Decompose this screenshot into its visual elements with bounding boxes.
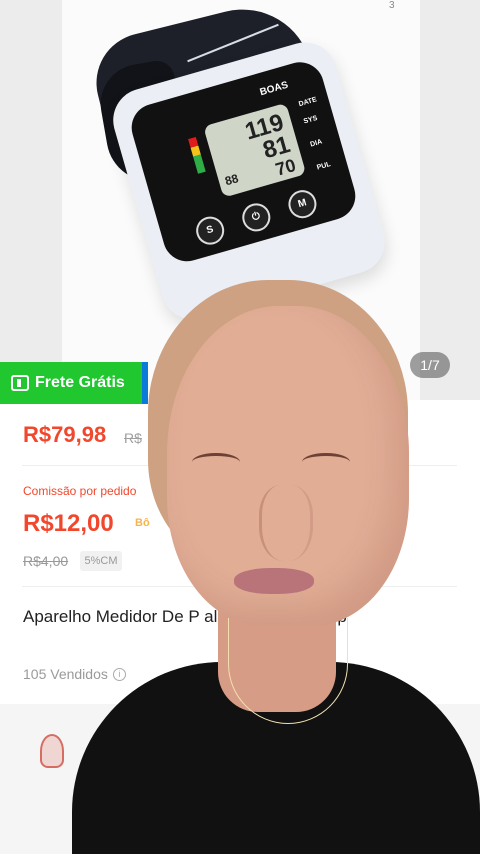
power-button: ⏻ <box>238 200 274 235</box>
presenter-left-eye <box>192 453 240 471</box>
m-button: M <box>285 186 320 222</box>
sys-label: SYS <box>302 114 319 126</box>
status-indicator <box>188 136 206 174</box>
lcd-display: 119 81 88 70 <box>203 102 307 198</box>
pul-label: PUL <box>316 161 332 172</box>
brand-logo: BOAS <box>258 79 290 99</box>
date-label: DATE <box>297 96 318 109</box>
presenter-video-overlay <box>72 280 480 854</box>
truck-icon <box>11 375 29 391</box>
dia-label: DIA <box>309 138 324 149</box>
top-corner-mark: 3 <box>389 0 395 11</box>
presenter-nose <box>259 485 313 561</box>
presenter-right-eye <box>302 453 350 471</box>
pulse-reading: 70 <box>273 154 299 180</box>
device-face: BOAS 119 81 88 70 DATE SYS DIA PUL S ⏻ M <box>125 56 361 267</box>
s-button: S <box>192 213 228 248</box>
old-commission: R$4,00 <box>23 553 69 569</box>
left-reading: 88 <box>223 171 241 189</box>
presenter-mouth <box>234 568 314 594</box>
shop-icon[interactable] <box>40 734 64 768</box>
